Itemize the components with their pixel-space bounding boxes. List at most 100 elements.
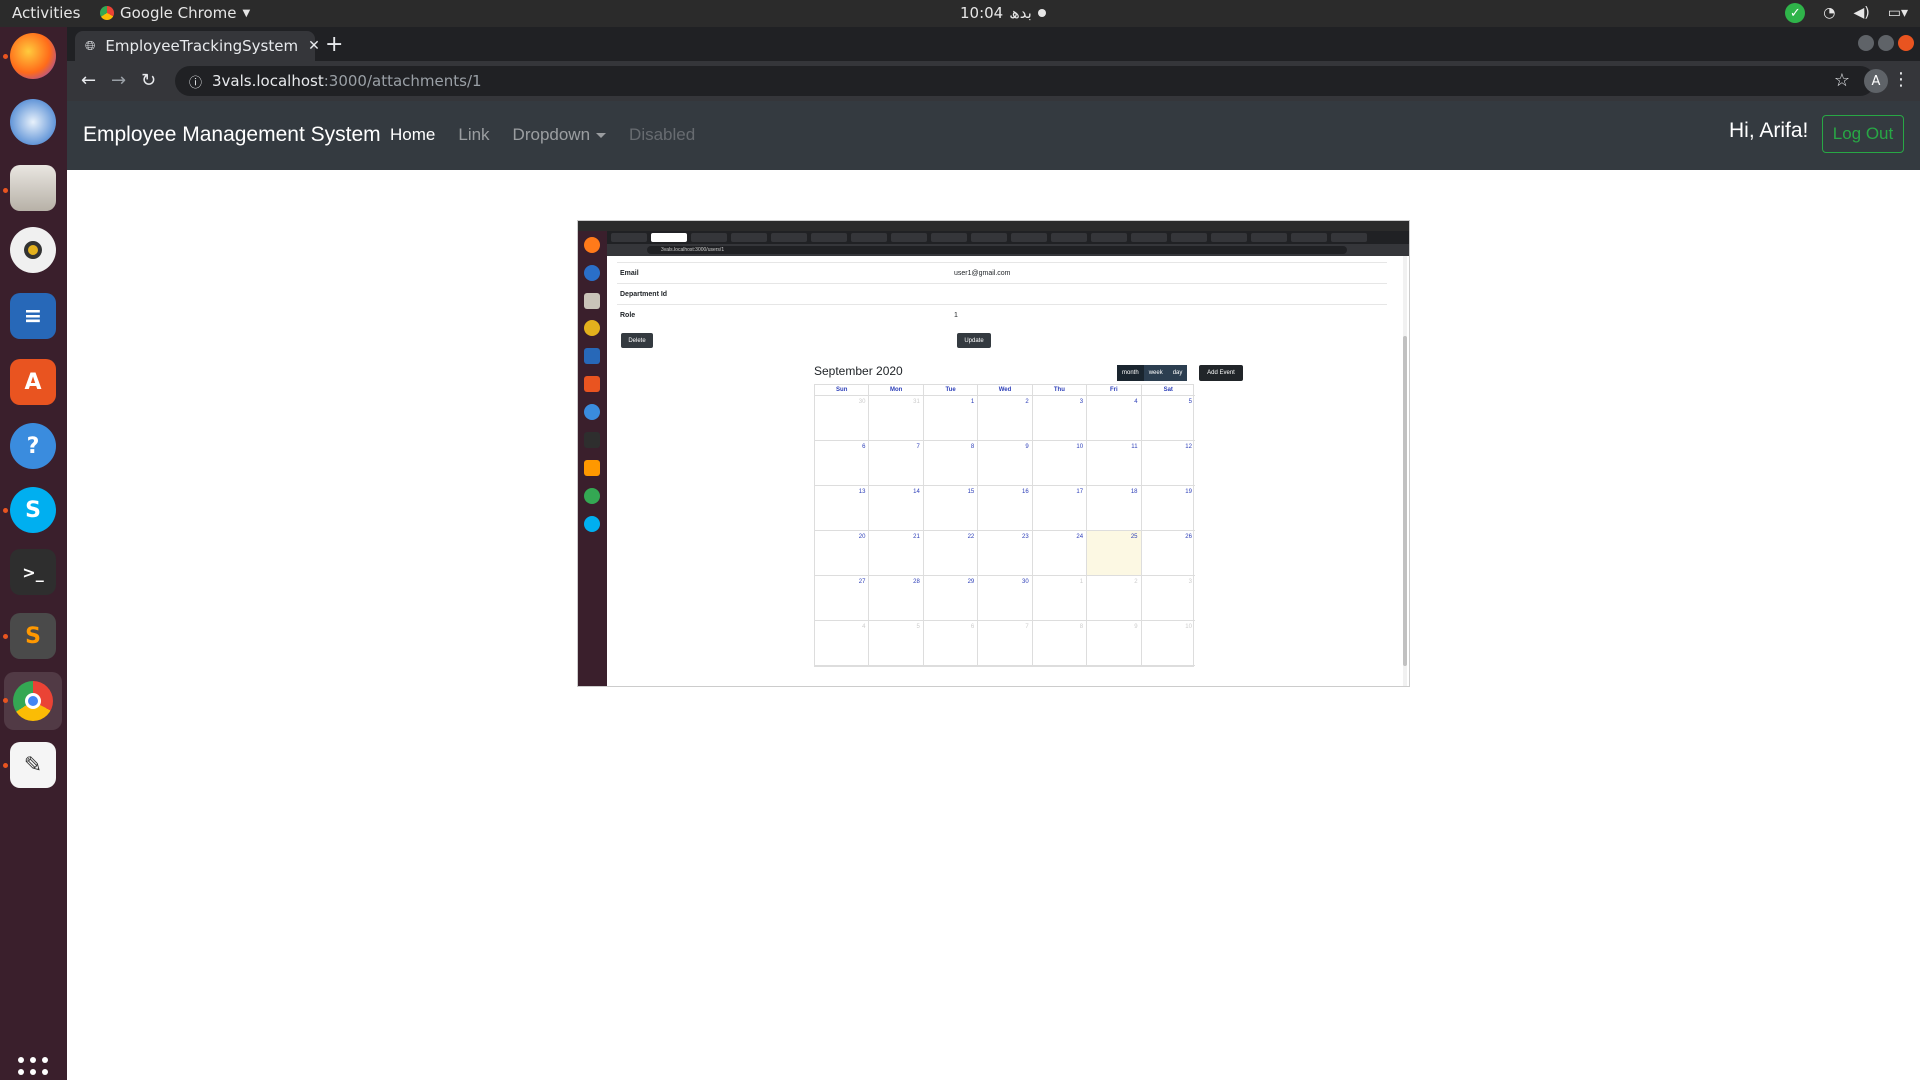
rhythmbox-icon[interactable] xyxy=(10,227,56,273)
calendar-week: 20 21 22 23 24 25 26 xyxy=(815,531,1195,576)
calendar-day: 10 xyxy=(1033,441,1088,485)
day-number: 5 xyxy=(1188,399,1192,405)
nav-dropdown[interactable]: Dropdown xyxy=(513,125,607,145)
thunderbird-icon[interactable] xyxy=(10,99,56,145)
url-path: :3000/attachments/1 xyxy=(323,72,482,90)
calendar-week: 30 31 1 2 3 4 5 xyxy=(815,396,1195,441)
files-icon[interactable] xyxy=(10,165,56,211)
chrome-icon[interactable] xyxy=(4,672,62,730)
chrome-icon xyxy=(100,6,114,20)
day-number: 14 xyxy=(913,489,920,495)
chevron-down-icon: ▼ xyxy=(242,7,251,19)
day-number: 22 xyxy=(967,534,975,540)
skype-icon[interactable]: S xyxy=(10,487,56,533)
writer-icon[interactable]: ≡ xyxy=(10,293,56,339)
nav-dropdown-label: Dropdown xyxy=(512,125,591,144)
sublime-text-icon[interactable]: S xyxy=(10,613,56,659)
view-day: day xyxy=(1167,365,1188,381)
logout-button[interactable]: Log Out xyxy=(1822,115,1904,153)
detail-value: user1@gmail.com xyxy=(954,270,1011,277)
activities-button[interactable]: Activities xyxy=(12,4,80,22)
day-number: 17 xyxy=(1076,489,1084,495)
day-number: 5 xyxy=(916,624,920,630)
browser-tab[interactable]: 🌐︎ EmployeeTrackingSystem ✕ xyxy=(75,31,320,61)
tab-title: EmployeeTrackingSystem xyxy=(105,37,299,55)
close-window-button[interactable] xyxy=(1898,35,1914,51)
nav-link[interactable]: Link xyxy=(458,125,489,145)
calendar-day: 17 xyxy=(1033,486,1088,530)
new-tab-button[interactable]: + xyxy=(325,32,343,57)
bookmark-star-icon[interactable]: ☆ xyxy=(1834,70,1850,91)
calendar-grid: Sun Mon Tue Wed Thu Fri Sat 30 31 1 2 3 4 5 6 7 8… xyxy=(814,384,1195,667)
help-icon[interactable]: ? xyxy=(10,423,56,469)
day-number: 11 xyxy=(1131,444,1138,450)
profile-avatar[interactable]: A xyxy=(1864,69,1888,93)
calendar-day: 9 xyxy=(978,441,1033,485)
calendar-view-toggle: month week day xyxy=(1117,365,1188,381)
firefox-icon[interactable] xyxy=(10,33,56,79)
text-editor-icon[interactable]: ✎ xyxy=(10,742,56,788)
calendar-day: 14 xyxy=(869,486,924,530)
navbar-brand[interactable]: Employee Management System xyxy=(83,123,381,147)
check-icon: ✓ xyxy=(1785,3,1806,23)
calendar-day: 4 xyxy=(1087,396,1142,440)
weekday: Tue xyxy=(924,385,979,395)
calendar-day: 10 xyxy=(1142,621,1195,665)
day-number: 16 xyxy=(1022,489,1029,495)
day-number: 24 xyxy=(1076,534,1084,540)
day-number: 9 xyxy=(1134,624,1138,630)
day-number: 9 xyxy=(1025,444,1029,450)
mini-top-bar xyxy=(578,221,1409,231)
calendar-day: 1 xyxy=(924,396,979,440)
show-applications-icon[interactable] xyxy=(18,1057,48,1087)
back-button[interactable]: ← xyxy=(81,70,96,91)
weekday: Mon xyxy=(869,385,924,395)
calendar-day: 8 xyxy=(1033,621,1088,665)
dock: ≡ A ? S >_ S ✎ xyxy=(0,27,67,1087)
calendar-day: 23 xyxy=(978,531,1033,575)
day-number: 7 xyxy=(916,444,920,450)
app-menu[interactable]: Google Chrome ▼ xyxy=(100,4,250,22)
caret-down-icon xyxy=(596,133,607,139)
calendar-day: 30 xyxy=(815,396,870,440)
calendar-day: 21 xyxy=(869,531,924,575)
close-icon[interactable]: ✕ xyxy=(308,38,320,54)
calendar-day: 11 xyxy=(1087,441,1142,485)
calendar-day: 20 xyxy=(815,531,870,575)
weekday: Sat xyxy=(1163,387,1173,393)
maximize-button[interactable] xyxy=(1878,35,1894,51)
calendar-week: 27 28 29 30 1 2 3 xyxy=(815,576,1195,621)
nav-disabled: Disabled xyxy=(629,125,696,144)
detail-row: Role 1 xyxy=(617,304,1387,325)
add-event-button: Add Event xyxy=(1199,365,1243,381)
clock-day: بدھ xyxy=(1009,4,1032,22)
info-icon: ⓘ xyxy=(189,75,203,91)
mini-url: 3vals.localhost:3000/users/1 xyxy=(647,246,1347,254)
minimize-button[interactable] xyxy=(1858,35,1874,51)
address-bar[interactable]: ⓘ 3vals.localhost:3000/attachments/1 xyxy=(175,66,1875,96)
nav-home[interactable]: Home xyxy=(390,125,435,145)
system-tray[interactable]: ✓ ◔ ◀) ▭▾ xyxy=(1785,3,1908,23)
mini-page: Email user1@gmail.com Department Id Role… xyxy=(607,256,1407,686)
calendar-day: 3 xyxy=(1033,396,1088,440)
forward-button[interactable]: → xyxy=(111,70,126,91)
terminal-icon[interactable]: >_ xyxy=(10,549,56,595)
reload-button[interactable]: ↻ xyxy=(141,70,156,91)
day-number: 28 xyxy=(913,579,920,585)
software-icon[interactable]: A xyxy=(10,359,56,405)
day-number: 10 xyxy=(1185,624,1192,630)
calendar-title: September 2020 xyxy=(814,364,903,378)
day-number: 3 xyxy=(1188,579,1192,585)
menu-kebab-icon[interactable]: ⋮ xyxy=(1892,69,1910,90)
clock[interactable]: 10:04 بدھ xyxy=(960,4,1046,22)
user-greeting: Hi, Arifa! xyxy=(1729,119,1809,142)
calendar-day: 22 xyxy=(924,531,979,575)
nav-links: Home Link Dropdown Disabled xyxy=(390,125,695,145)
clock-time: 10:04 xyxy=(960,4,1004,22)
day-number: 1 xyxy=(970,399,975,405)
day-number: 26 xyxy=(1185,534,1192,540)
day-number: 15 xyxy=(967,489,975,495)
calendar-week: 4 5 6 7 8 9 10 xyxy=(815,621,1195,666)
calendar-weekdays: Sun Mon Tue Wed Thu Fri Sat xyxy=(815,385,1195,396)
globe-icon: 🌐︎ xyxy=(85,38,96,54)
